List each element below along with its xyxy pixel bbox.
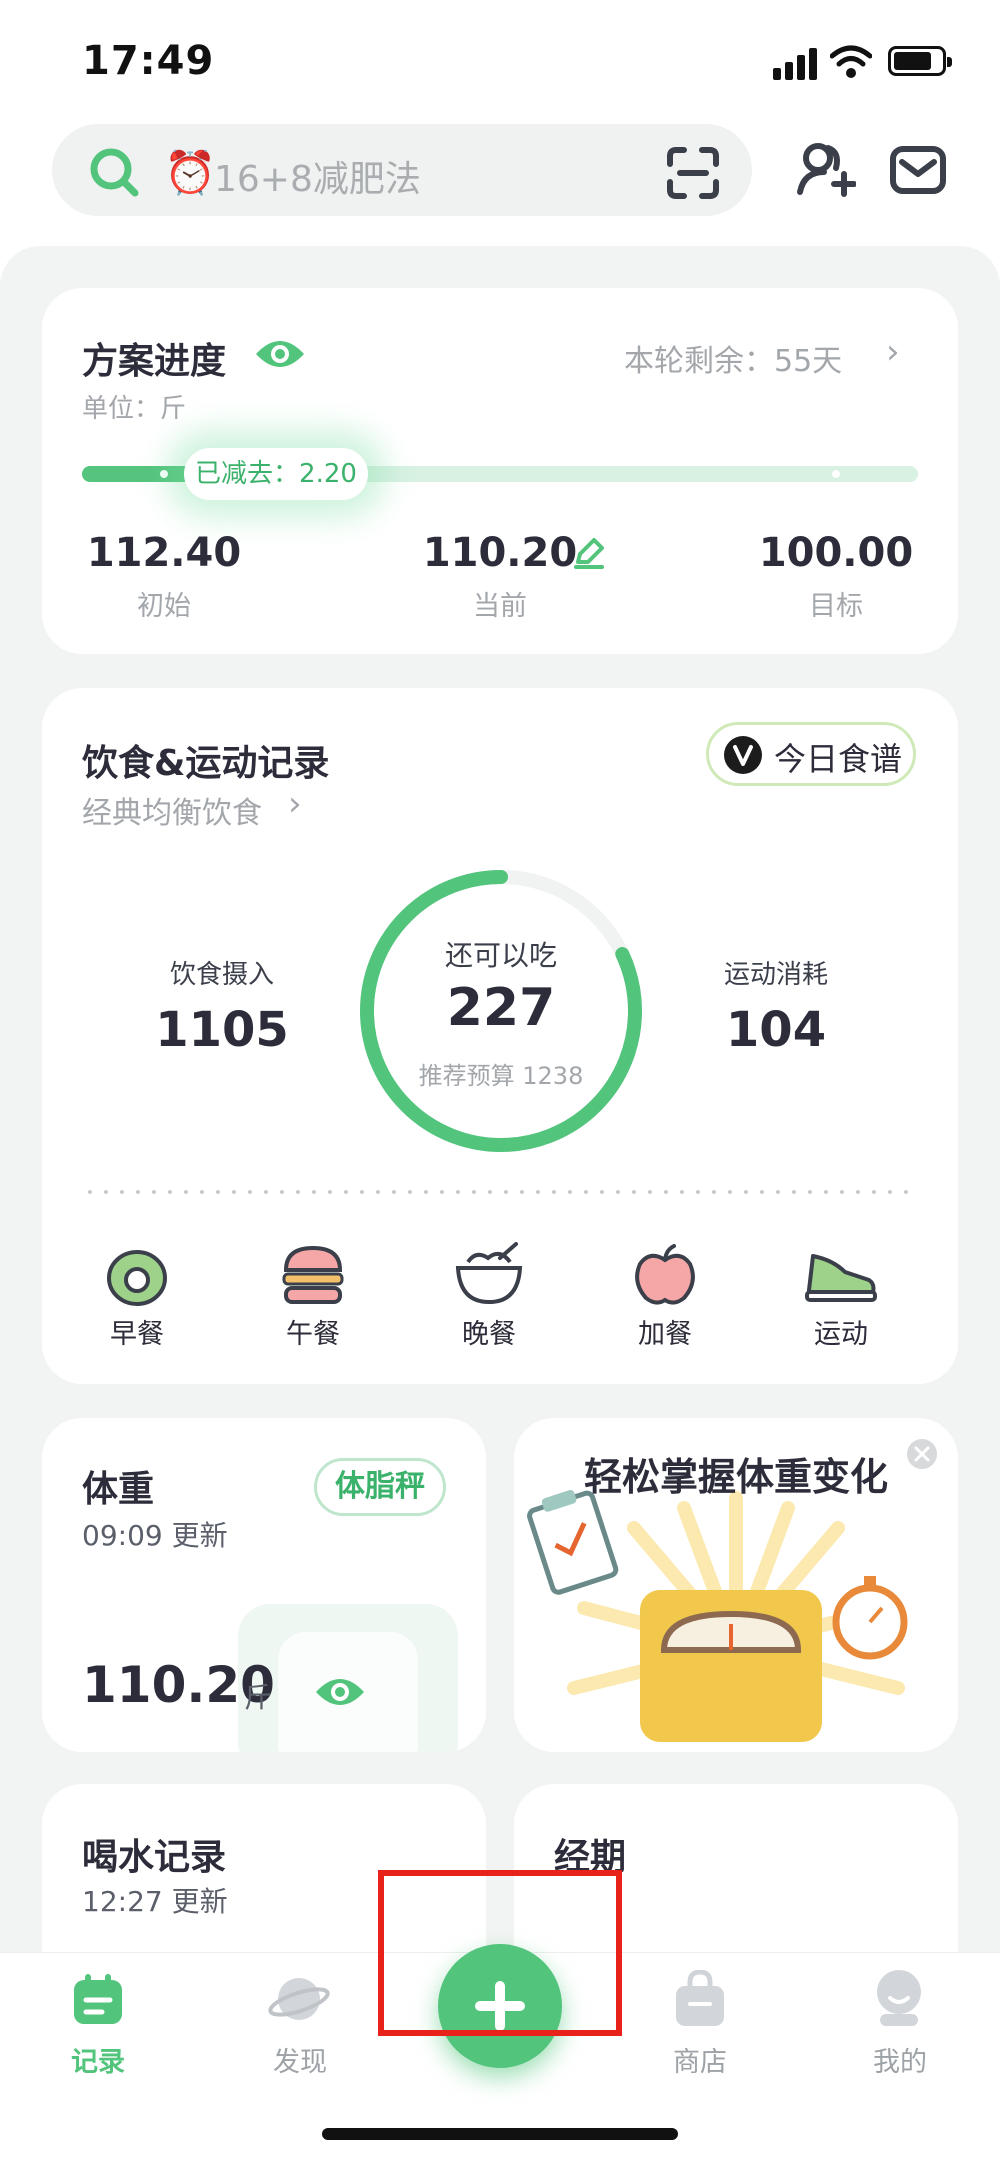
weight-title: 体重 [82,1469,155,1510]
edit-pencil-icon[interactable] [572,536,606,570]
target-weight-label: 目标 [809,591,863,622]
wifi-icon [830,45,872,78]
diet-plan-link[interactable]: 经典均衡饮食 [82,788,262,832]
start-weight-value: 112.40 [86,530,242,576]
snack-button[interactable] [600,1242,730,1312]
alarm-clock-icon: ⏰ [164,148,217,197]
chevron-right-icon[interactable]: › [886,332,900,372]
remaining-value: 227 [446,978,556,1038]
mail-icon[interactable] [890,146,946,194]
progress-end-dot [832,470,840,478]
add-friend-icon[interactable] [796,140,856,198]
shopping-bag-icon[interactable] [674,1970,726,2028]
water-title: 喝水记录 [82,1837,227,1878]
eye-icon[interactable] [314,1672,366,1712]
exercise-label: 运动消耗 [723,960,828,990]
meal-label-snack[interactable]: 加餐 [600,1312,730,1351]
intake-value: 1105 [155,1002,289,1058]
divider [82,1190,918,1194]
scan-icon[interactable] [666,146,720,200]
weight-unit: 斤 [244,1681,273,1714]
tab-discover-label[interactable]: 发现 [240,2040,360,2079]
today-recipe-label: 今日食谱 [774,740,903,778]
body-fat-scale-button[interactable]: 体脂秤 [314,1458,446,1516]
intake-label: 饮食摄入 [169,960,274,990]
close-icon[interactable] [906,1438,938,1470]
rice-bowl-icon [455,1242,523,1305]
meal-label-exercise[interactable]: 运动 [776,1312,906,1351]
weight-updated: 09:09 更新 [82,1519,228,1552]
meal-label-dinner[interactable]: 晚餐 [424,1312,554,1351]
exercise-value: 104 [725,1002,827,1058]
tab-mine-label[interactable]: 我的 [840,2040,960,2079]
lost-badge: 已减去：2.20 [184,448,368,500]
burger-icon [282,1245,344,1304]
cellular-signal-icon [773,46,821,80]
sneaker-icon [805,1254,877,1302]
tab-shop-label[interactable]: 商店 [640,2040,760,2079]
meal-label-breakfast[interactable]: 早餐 [72,1312,202,1351]
diet-title: 饮食&运动记录 [82,743,330,784]
water-updated: 12:27 更新 [82,1885,228,1918]
start-weight-label: 初始 [137,591,191,622]
dinner-button[interactable] [424,1242,554,1312]
calendar-icon[interactable] [72,1972,124,2026]
search-input[interactable]: 16+8减肥法 [214,150,421,202]
apple-icon [635,1244,695,1305]
tab-record-label[interactable]: 记录 [38,2040,158,2079]
remaining-label: 还可以吃 [444,939,557,972]
plan-title: 方案进度 [82,341,227,382]
breakfast-button[interactable] [72,1242,202,1312]
home-indicator [322,2128,678,2140]
budget-text: 推荐预算 1238 [418,1062,584,1090]
recipe-logo-icon [724,736,762,774]
promo-title: 轻松掌握体重变化 [583,1455,888,1499]
planet-icon[interactable] [268,1970,330,2028]
profile-icon[interactable] [872,1968,926,2028]
current-weight-label: 当前 [473,591,527,622]
unit-label: 单位：斤 [82,394,187,424]
target-weight-value: 100.00 [758,530,914,576]
battery-icon [888,46,952,76]
search-icon[interactable] [88,146,140,198]
eye-icon[interactable] [254,334,306,374]
status-time: 17:49 [82,38,215,84]
progress-start-dot [160,470,168,478]
exercise-button[interactable] [776,1242,906,1312]
meal-label-lunch[interactable]: 午餐 [248,1312,378,1351]
chevron-right-icon[interactable]: › [288,784,302,824]
lunch-button[interactable] [248,1242,378,1312]
avocado-icon [107,1250,167,1306]
remaining-days[interactable]: 本轮剩余：55天 [624,336,842,380]
highlight-box [378,1870,622,2036]
